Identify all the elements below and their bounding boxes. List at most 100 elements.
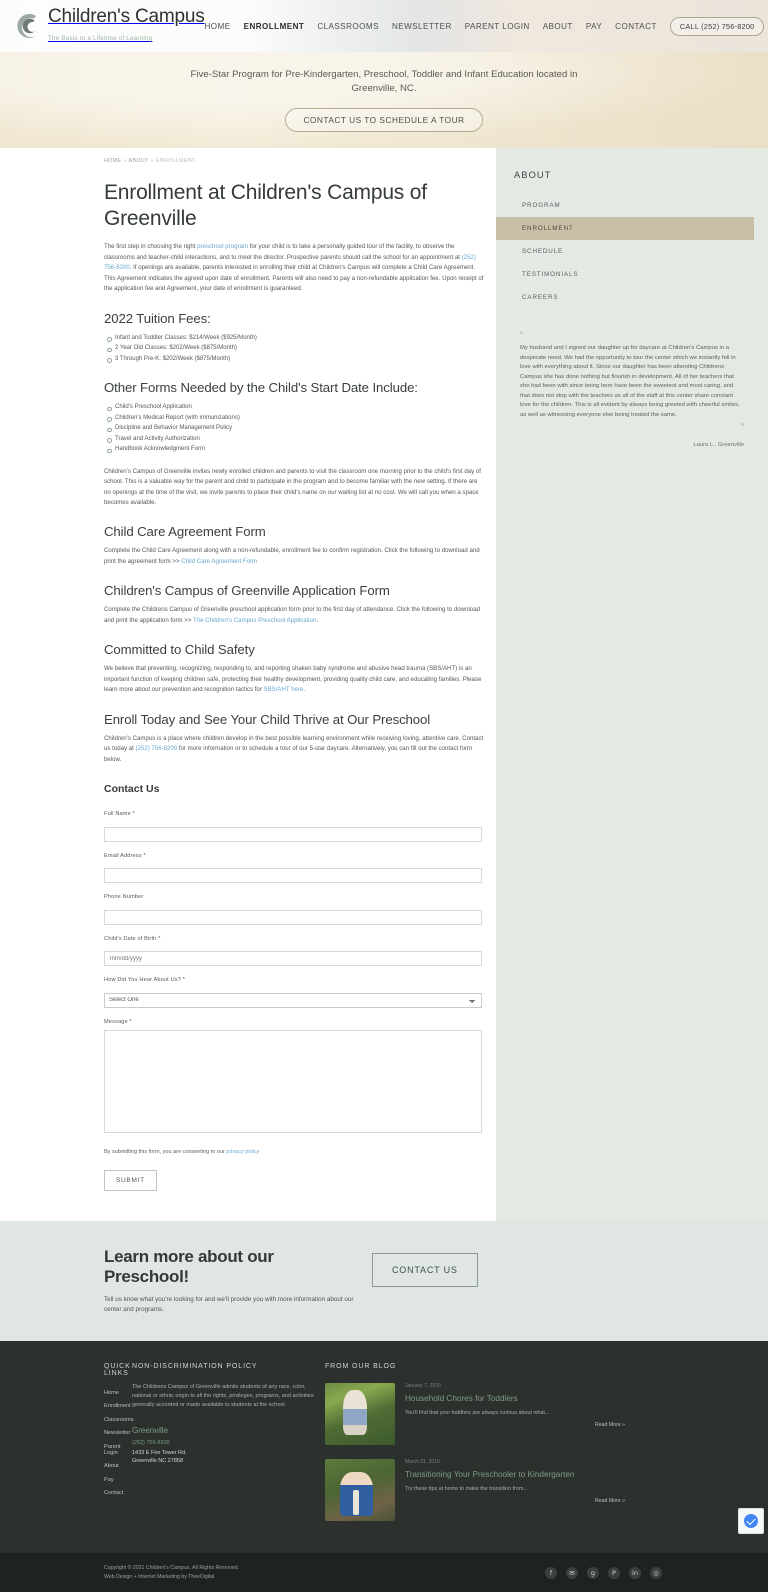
hear-about-select[interactable]: Select One Google Facebook Friend or Fam… — [104, 992, 482, 1008]
nav-item-home[interactable]: HOME — [205, 22, 231, 31]
footer-city: Greenville — [132, 1425, 169, 1435]
social-links: f ✉ g P in ◎ — [545, 1566, 768, 1579]
sidebar-item-schedule[interactable]: SCHEDULE — [510, 240, 750, 263]
logo-tagline: The Basis to a Lifetime of Learning — [48, 35, 153, 42]
nav-item-pay[interactable]: PAY — [586, 22, 602, 31]
breadcrumb-home[interactable]: HOME — [104, 158, 121, 164]
sidebar-item-testimonials[interactable]: TESTIMONIALS — [510, 263, 750, 286]
instagram-icon[interactable]: ◎ — [650, 1566, 662, 1579]
footer-address-line-2: Greenville NC 27858 — [132, 1458, 184, 1465]
recaptcha-badge-icon[interactable] — [738, 1508, 764, 1534]
submit-button[interactable]: SUBMIT — [104, 1169, 157, 1191]
policy-heading: NON-DISCRIMINATION POLICY — [132, 1362, 258, 1370]
nav-item-newsletter[interactable]: NEWSLETTER — [392, 22, 452, 31]
enroll-paragraph: Children's Campus is a place where child… — [104, 734, 484, 765]
linkedin-icon[interactable]: in — [629, 1566, 641, 1579]
twitter-icon[interactable]: ✉ — [566, 1566, 578, 1579]
email-label: Email Address * — [104, 853, 484, 859]
nav-item-parent-login[interactable]: PARENT LOGIN — [465, 22, 530, 31]
consent-text: By submitting this form, you are consent… — [104, 1149, 484, 1155]
google-plus-icon[interactable]: g — [587, 1566, 599, 1579]
consent-prefix: By submitting this form, you are consent… — [104, 1148, 227, 1155]
message-textarea[interactable] — [104, 1029, 482, 1133]
forms-heading: Other Forms Needed by the Child's Start … — [104, 380, 418, 396]
schedule-tour-button[interactable]: CONTACT US TO SCHEDULE A TOUR — [285, 108, 483, 133]
blog-thumbnail-image[interactable] — [325, 1458, 395, 1521]
application-paragraph: Complete the Childrens Campus of Greenvi… — [104, 605, 484, 626]
nav-item-enrollment[interactable]: ENROLLMENT — [244, 22, 305, 31]
breadcrumb-separator-2: » — [150, 158, 154, 164]
phone-input[interactable] — [104, 909, 482, 925]
sidebar-item-program[interactable]: PROGRAM — [510, 194, 750, 217]
footer-address-line-1: 1433 E Fire Tower Rd. — [132, 1449, 187, 1456]
visit-paragraph: Children's Campus of Greenville invites … — [104, 467, 481, 506]
sbs-aht-link[interactable]: SBS/AHT here — [264, 686, 304, 693]
testimonial-body: My husband and I signed our daughter up … — [520, 345, 740, 418]
nav-item-contact[interactable]: CONTACT — [615, 22, 657, 31]
child-care-agreement-link[interactable]: Child Care Agreement Form — [181, 558, 257, 565]
tuition-item: 2 Year Old Classes: $202/Week ($875/Mont… — [104, 343, 484, 354]
footer-link-classrooms[interactable]: Classrooms — [104, 1417, 134, 1423]
recaptcha-check-icon — [744, 1514, 758, 1528]
blog-post-title[interactable]: Transitioning Your Preschooler to Kinder… — [405, 1469, 625, 1480]
cta-contact-us-button[interactable]: CONTACT US — [372, 1252, 478, 1287]
footer-link-about[interactable]: About — [104, 1463, 132, 1469]
sidebar-item-careers[interactable]: CAREERS — [510, 286, 750, 309]
breadcrumb: HOME» ABOUT» ENROLLMENT — [104, 158, 484, 164]
pinterest-icon[interactable]: P — [608, 1566, 620, 1579]
nav-item-classrooms[interactable]: CLASSROOMS — [317, 22, 379, 31]
privacy-policy-link[interactable]: privacy policy — [226, 1149, 259, 1155]
blog-read-more-link[interactable]: Read More » — [405, 1422, 625, 1428]
footer-link-parent-login[interactable]: Parent Login — [104, 1444, 132, 1456]
breadcrumb-about[interactable]: ABOUT — [129, 158, 149, 164]
preschool-program-link[interactable]: preschool program — [197, 243, 248, 250]
blog-read-more-link[interactable]: Read More » — [405, 1498, 625, 1504]
dob-required: * — [158, 935, 161, 942]
forms-item: Children's Medical Report (with immuniza… — [104, 413, 484, 424]
cta-band: Learn more about our Preschool! Tell us … — [0, 1220, 768, 1341]
theedigital-link[interactable]: TheeDigital — [188, 1574, 214, 1580]
footer-link-pay[interactable]: Pay — [104, 1477, 132, 1483]
footer-link-contact[interactable]: Contact — [104, 1490, 132, 1496]
sidebar-item-enrollment[interactable]: ENROLLMENT — [496, 217, 754, 240]
blog-post-meta: January 7, 2020 Household Chores for Tod… — [395, 1383, 625, 1445]
blog-post-date: January 7, 2020 — [405, 1382, 441, 1389]
logo-text-block: Children's Campus The Basis to a Lifetim… — [48, 7, 205, 45]
email-input[interactable] — [104, 868, 482, 884]
copyright-text: Copyright © 2021 Children's Campus. All … — [104, 1564, 240, 1571]
forms-item: Discipline and Behavior Management Polic… — [104, 423, 484, 434]
cta-heading: Learn more about our Preschool! — [104, 1246, 274, 1286]
footer-link-home[interactable]: Home — [104, 1390, 132, 1396]
footer-link-newsletter[interactable]: Newsletter — [104, 1430, 132, 1436]
safety-heading: Committed to Child Safety — [104, 642, 255, 658]
page-title: Enrollment at Children's Campus of Green… — [104, 181, 427, 230]
blog-post-excerpt: Try these tips at home to make the trans… — [405, 1485, 528, 1492]
call-phone-button[interactable]: CALL (252) 756-8200 — [669, 16, 765, 36]
dob-input[interactable] — [104, 951, 482, 967]
nav-item-about[interactable]: ABOUT — [543, 22, 573, 31]
footer-quick-links: QUICK LINKS Home Enrollment Classrooms N… — [0, 1363, 134, 1535]
site-logo[interactable]: Children's Campus The Basis to a Lifetim… — [0, 7, 205, 45]
main-content-column: HOME» ABOUT» ENROLLMENT Enrollment at Chil… — [0, 148, 496, 1221]
blog-post-title[interactable]: Household Chores for Toddlers — [405, 1393, 625, 1404]
full-name-required: * — [132, 811, 135, 818]
sidebar-testimonial: “ My husband and I signed our daughter u… — [510, 331, 750, 448]
preschool-application-link[interactable]: The Children's Campus Preschool Applicat… — [193, 617, 316, 624]
phone-row: Phone Number — [104, 894, 484, 925]
phone-link-enroll[interactable]: (252) 756-8200 — [136, 745, 178, 752]
tuition-heading: 2022 Tuition Fees: — [104, 310, 211, 326]
hear-about-label-text: How Did You Hear About Us? — [104, 977, 181, 984]
application-heading: Children's Campus of Greenville Applicat… — [104, 583, 390, 599]
facebook-icon[interactable]: f — [545, 1566, 557, 1579]
footer-phone-link[interactable]: (252) 756-8200 — [132, 1440, 325, 1446]
full-name-input[interactable] — [104, 826, 482, 842]
blog-post-excerpt: You'll find that your toddlers are alway… — [405, 1409, 550, 1416]
agreement-heading: Child Care Agreement Form — [104, 524, 266, 540]
application-text-end: . — [316, 616, 319, 624]
hero-banner: Five-Star Program for Pre-Kindergarten, … — [0, 52, 768, 148]
intro-text-1: The first step in choosing the right — [104, 243, 198, 251]
safety-paragraph: We believe that preventing, recognizing,… — [104, 664, 484, 695]
blog-thumbnail-image[interactable] — [325, 1382, 395, 1445]
footer-link-enrollment[interactable]: Enrollment — [104, 1403, 132, 1409]
message-required: * — [129, 1018, 132, 1025]
